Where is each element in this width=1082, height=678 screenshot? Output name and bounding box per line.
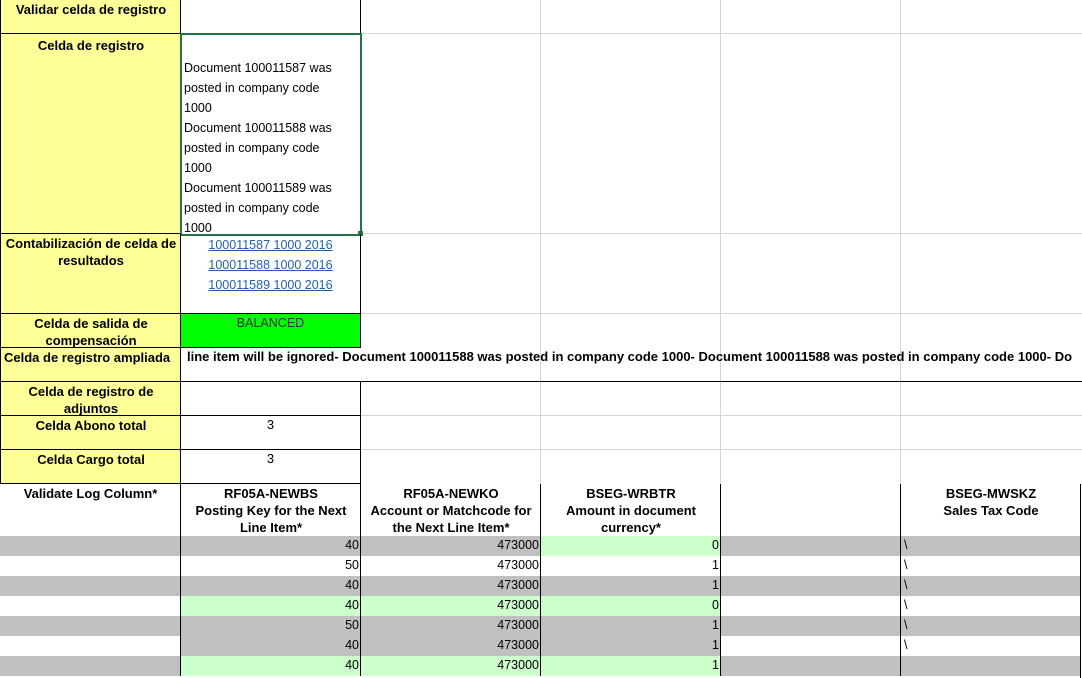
validate-log-cell[interactable] [0,576,181,596]
clearing-status-cell[interactable]: BALANCED [180,314,361,348]
validate-log-cell[interactable] [0,556,181,576]
result-posting-cell-label: Contabilización de celda de resultados [0,234,181,314]
validate-log-cell[interactable] [0,616,181,636]
empty-cell[interactable] [720,636,901,656]
tax-code-cell[interactable]: \ [900,596,1080,616]
account-cell[interactable]: 473000 [360,596,541,616]
result-link-2[interactable]: 100011588 1000 2016 [181,255,360,275]
account-cell[interactable]: 473000 [360,636,541,656]
header-validate-log-column[interactable]: Validate Log Column* [0,484,181,536]
amount-cell[interactable]: 1 [540,656,721,676]
gridline [360,449,1082,450]
posting-key-cell[interactable]: 40 [180,536,361,556]
total-credit-value-cell[interactable]: 3 [180,416,361,450]
extended-log-value-cell[interactable]: line item will be ignored- Document 1000… [180,348,1082,382]
empty-cell[interactable] [720,536,901,556]
amount-cell[interactable]: 1 [540,636,721,656]
gridline [360,33,1082,34]
empty-cell[interactable] [720,576,901,596]
posting-key-cell[interactable]: 50 [180,616,361,636]
log-cell-label: Celda de registro [0,34,181,234]
amount-cell[interactable]: 0 [540,596,721,616]
account-cell[interactable]: 473000 [360,536,541,556]
empty-cell[interactable] [720,596,901,616]
extended-log-cell-label: Celda de registro ampliada [0,348,181,382]
gridline [360,415,1082,416]
amount-cell[interactable]: 1 [540,616,721,636]
validate-log-cell[interactable] [0,536,181,556]
header-account[interactable]: RF05A-NEWKO Account or Matchcode for the… [360,484,541,536]
result-posting-links-cell: 100011587 1000 2016 100011588 1000 2016 … [180,234,361,314]
attachments-log-cell-label: Celda de registro de adjuntos [0,382,181,416]
attachments-log-value-cell[interactable] [180,382,361,416]
gridline [720,0,721,484]
gridline [360,233,1082,234]
validate-log-value-cell[interactable] [180,0,361,34]
header-tax-code[interactable]: BSEG-MWSKZ Sales Tax Code [900,484,1081,536]
clearing-output-cell-label: Celda de salida de compensación [0,314,181,348]
header-amount[interactable]: BSEG-WRBTR Amount in document currency* [540,484,721,536]
posting-key-cell[interactable]: 40 [180,596,361,616]
validate-log-cell[interactable] [0,656,181,676]
account-cell[interactable]: 473000 [360,576,541,596]
account-cell[interactable]: 473000 [360,556,541,576]
tax-code-cell[interactable]: \ [900,576,1080,596]
validate-log-cell[interactable] [0,596,181,616]
tax-code-cell[interactable] [900,656,1080,676]
posting-key-cell[interactable]: 50 [180,556,361,576]
header-posting-key[interactable]: RF05A-NEWBS Posting Key for the Next Lin… [180,484,361,536]
total-debit-value-cell[interactable]: 3 [180,450,361,484]
posting-key-cell[interactable]: 40 [180,636,361,656]
result-link-1[interactable]: 100011587 1000 2016 [181,235,360,255]
tax-code-cell[interactable]: \ [900,636,1080,656]
tax-code-cell[interactable]: \ [900,616,1080,636]
account-cell[interactable]: 473000 [360,616,541,636]
amount-cell[interactable]: 0 [540,536,721,556]
validate-log-cell[interactable] [0,636,181,656]
account-cell[interactable]: 473000 [360,656,541,676]
empty-cell[interactable] [720,556,901,576]
validate-log-cell-label: Validar celda de registro [0,0,181,34]
posting-key-cell[interactable]: 40 [180,656,361,676]
gridline [360,313,1082,314]
header-empty[interactable] [720,484,901,536]
amount-cell[interactable]: 1 [540,576,721,596]
empty-cell[interactable] [720,656,901,676]
posting-key-cell[interactable]: 40 [180,576,361,596]
tax-code-cell[interactable]: \ [900,536,1080,556]
amount-cell[interactable]: 1 [540,556,721,576]
total-credit-cell-label: Celda Abono total [0,416,181,450]
gridline [540,0,541,484]
total-debit-cell-label: Celda Cargo total [0,450,181,484]
gridline [900,0,901,484]
log-cell-value[interactable]: Document 100011587 was posted in company… [180,33,362,236]
empty-cell[interactable] [720,616,901,636]
result-link-3[interactable]: 100011589 1000 2016 [181,275,360,295]
tax-code-cell[interactable]: \ [900,556,1080,576]
